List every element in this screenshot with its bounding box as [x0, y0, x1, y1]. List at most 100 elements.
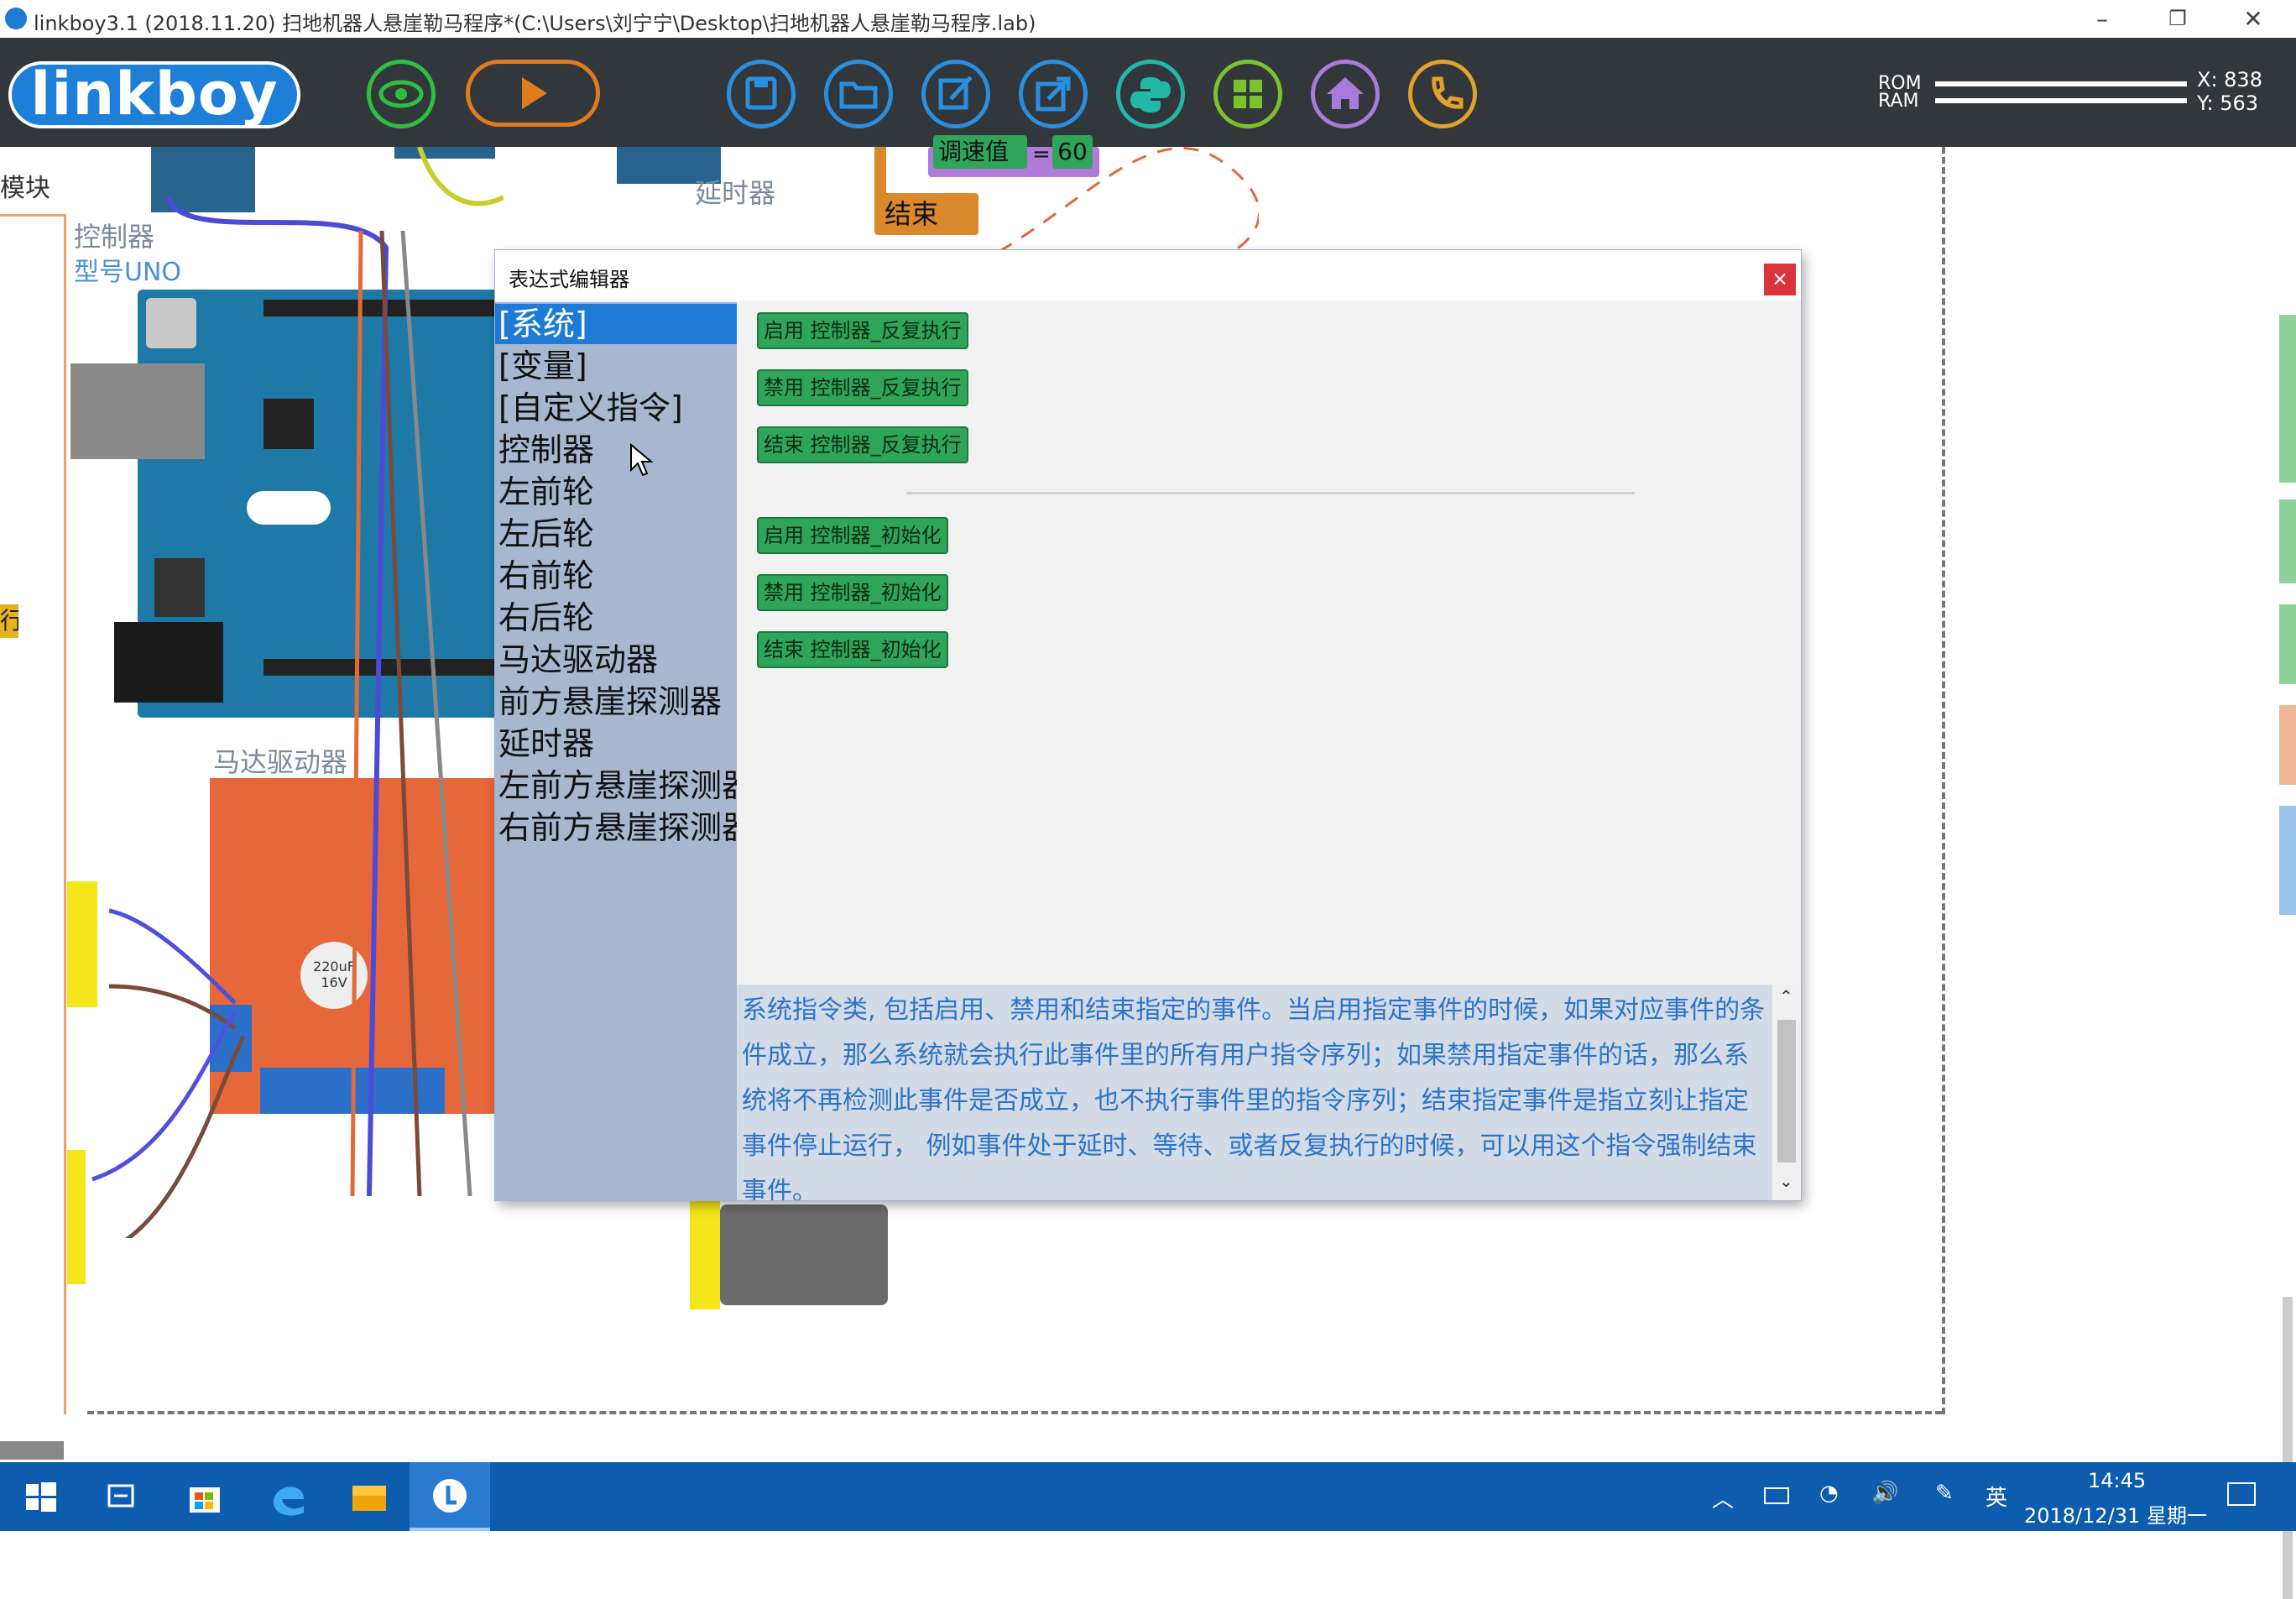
palette-stub-2[interactable] [2279, 499, 2296, 583]
phone-icon [1432, 76, 1464, 109]
event-link-curve [998, 147, 1259, 256]
export-button[interactable] [1019, 60, 1088, 128]
notification-center-icon[interactable] [2227, 1482, 2256, 1506]
mouse-cursor-icon [630, 443, 654, 477]
palette-stub-4[interactable] [2279, 705, 2296, 785]
command-separator [906, 492, 1635, 494]
enable-controller-loop-button[interactable]: 启用 控制器_反复执行 [757, 312, 968, 349]
edge-browser-button[interactable] [248, 1462, 329, 1531]
end-block[interactable]: 结束 [874, 193, 978, 235]
task-view-icon [107, 1484, 134, 1508]
dialog-close-button[interactable]: × [1764, 264, 1796, 295]
restore-button[interactable]: ❐ [2140, 0, 2215, 38]
main-toolbar: linkboy ROM RAM X: 838 Y: 563 [0, 38, 2296, 147]
rom-usage-bar [1935, 81, 2187, 86]
clock-time[interactable]: 14:45 [2088, 1469, 2146, 1492]
volume-icon[interactable]: 🔊 [1871, 1481, 1898, 1506]
play-icon [522, 77, 547, 109]
category-left-front-cliff-detector[interactable]: 左前方悬崖探测器 [495, 766, 737, 806]
enable-controller-init-button[interactable]: 启用 控制器_初始化 [757, 517, 948, 554]
app-icon [5, 8, 27, 29]
y-coordinate-readout: Y: 563 [2197, 91, 2258, 115]
dialog-title: 表达式编辑器 [509, 268, 629, 291]
eye-icon [378, 80, 424, 108]
linkboy-taskbar-button[interactable] [410, 1462, 490, 1531]
category-delay[interactable]: 延时器 [495, 724, 737, 764]
scroll-down-icon[interactable]: ⌄ [1779, 1171, 1793, 1191]
pen-icon[interactable]: ✎ [1935, 1481, 1954, 1506]
folder-icon [839, 81, 878, 109]
windows-taskbar: ︿ ◔ 🔊 ✎ 英 14:45 2018/12/31 星期一 [0, 1462, 2296, 1531]
edit-icon [938, 76, 973, 110]
vertical-scrollbar[interactable] [2283, 1297, 2293, 1599]
minimize-button[interactable]: – [2064, 0, 2140, 38]
disable-controller-loop-button[interactable]: 禁用 控制器_反复执行 [757, 369, 968, 406]
network-icon[interactable]: ◔ [1819, 1481, 1839, 1506]
description-text: 系统指令类, 包括启用、禁用和结束指定的事件。当启用指定事件的时候，如果对应事件… [742, 995, 1766, 1200]
description-scrollbar[interactable]: ⌃ ⌄ [1772, 985, 1801, 1200]
open-button[interactable] [824, 60, 893, 128]
scroll-thumb[interactable] [1777, 1020, 1796, 1163]
ime-indicator[interactable]: 英 [1986, 1481, 2007, 1512]
store-button[interactable] [164, 1462, 245, 1531]
canvas-boundary-right [1942, 147, 1945, 1414]
motor-right-connector[interactable] [690, 1200, 720, 1309]
run-button[interactable] [466, 60, 600, 127]
title-bar: linkboy3.1 (2018.11.20) 扫地机器人悬崖勒马程序*(C:\… [0, 0, 2296, 39]
category-controller[interactable]: 控制器 [495, 430, 737, 470]
start-button[interactable] [0, 1462, 81, 1531]
category-list: [系统] [变量] [自定义指令] 控制器 左前轮 左后轮 右前轮 右后轮 马达… [495, 302, 737, 1200]
x-coordinate-readout: X: 838 [2197, 68, 2262, 91]
canvas-boundary-bottom [87, 1411, 1942, 1414]
end-controller-loop-button[interactable]: 结束 控制器_反复执行 [757, 426, 968, 463]
category-custom-command[interactable]: [自定义指令] [495, 388, 737, 428]
category-right-rear-wheel[interactable]: 右后轮 [495, 598, 737, 638]
python-button[interactable] [1116, 60, 1185, 128]
expression-editor-dialog: 表达式编辑器 × [系统] [变量] [自定义指令] 控制器 左前轮 左后轮 右… [495, 250, 1801, 1200]
grid-icon [1234, 80, 1262, 108]
category-left-front-wheel[interactable]: 左前轮 [495, 472, 737, 512]
ram-label: RAM [1878, 91, 1919, 112]
dialog-title-bar[interactable]: 表达式编辑器 [495, 250, 1801, 300]
clock-date[interactable]: 2018/12/31 星期一 [2024, 1499, 2207, 1528]
edit-button[interactable] [921, 60, 990, 128]
task-view-button[interactable] [81, 1462, 161, 1531]
palette-stub-1[interactable] [2279, 315, 2296, 483]
edge-icon [274, 1487, 304, 1516]
save-button[interactable] [727, 60, 796, 128]
horizontal-scrollbar-thumb[interactable] [0, 1441, 64, 1460]
disable-controller-init-button[interactable]: 禁用 控制器_初始化 [757, 574, 948, 611]
windows-icon [26, 1482, 56, 1512]
end-controller-init-button[interactable]: 结束 控制器_初始化 [757, 631, 948, 668]
category-motor-driver[interactable]: 马达驱动器 [495, 640, 737, 680]
category-right-front-wheel[interactable]: 右前轮 [495, 556, 737, 596]
category-right-front-cliff-detector[interactable]: 右前方悬崖探测器 [495, 807, 737, 848]
phone-button[interactable] [1408, 60, 1477, 128]
export-icon [1036, 76, 1071, 112]
scroll-up-icon[interactable]: ⌃ [1779, 986, 1793, 1006]
home-button[interactable] [1311, 60, 1380, 128]
category-variable[interactable]: [变量] [495, 346, 737, 386]
modules-button[interactable] [1213, 60, 1282, 128]
show-hidden-icons[interactable]: ︿ [1712, 1482, 1734, 1513]
close-icon: × [1771, 267, 1789, 290]
linkboy-app-icon [433, 1479, 467, 1513]
file-explorer-button[interactable] [329, 1462, 410, 1531]
category-front-cliff-detector[interactable]: 前方悬崖探测器 [495, 682, 737, 722]
ram-usage-bar [1935, 98, 2187, 103]
delay-label: 延时器 [695, 177, 776, 209]
window-title: linkboy3.1 (2018.11.20) 扫地机器人悬崖勒马程序*(C:\… [34, 12, 1036, 35]
battery-icon[interactable] [1764, 1487, 1789, 1504]
palette-stub-3[interactable] [2279, 604, 2296, 684]
folder-explorer-icon [352, 1486, 386, 1511]
store-icon [190, 1487, 220, 1513]
close-window-button[interactable]: ✕ [2215, 0, 2291, 38]
palette-stub-5[interactable] [2279, 806, 2296, 915]
eye-button[interactable] [367, 60, 436, 128]
category-left-rear-wheel[interactable]: 左后轮 [495, 514, 737, 554]
save-icon [745, 76, 777, 110]
linkboy-logo: linkboy [8, 61, 300, 128]
category-system[interactable]: [系统] [495, 304, 737, 344]
python-icon [1130, 77, 1171, 112]
dc-motor-body[interactable] [720, 1204, 888, 1305]
